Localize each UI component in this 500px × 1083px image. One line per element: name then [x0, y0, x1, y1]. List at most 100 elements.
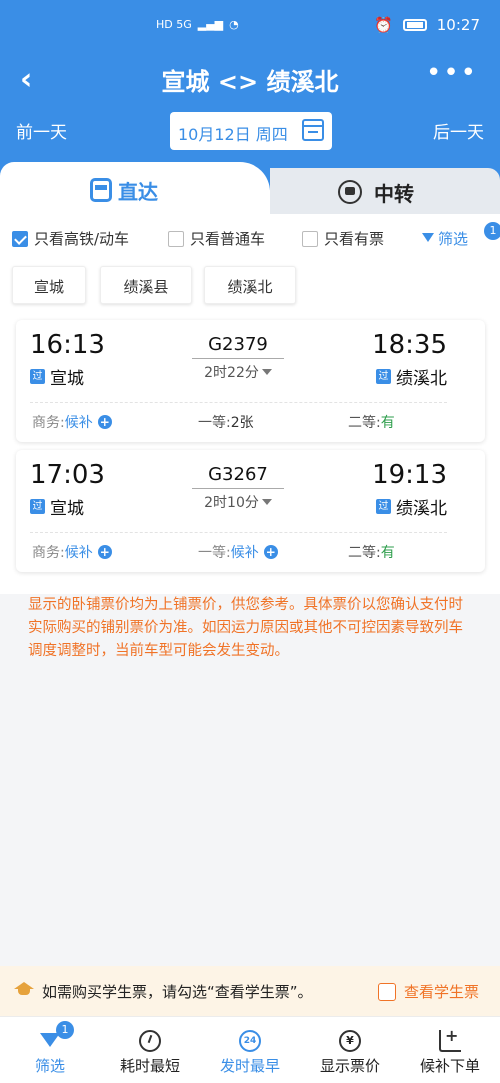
departure-station: 过 宣城 — [30, 364, 84, 389]
caret-down-icon — [261, 499, 272, 505]
departure-station-name: 宣城 — [50, 499, 84, 519]
arrival-time: 18:35 — [372, 330, 447, 360]
caret-down-icon — [261, 369, 272, 375]
station-chip[interactable]: 绩溪县 — [100, 266, 192, 304]
next-day-button[interactable]: 后一天 — [433, 118, 484, 143]
toolbar-waitlist-order[interactable]: 候补下单 — [400, 1017, 500, 1083]
wifi-icon: ◔ — [229, 18, 239, 31]
pass-tag: 过 — [30, 499, 45, 514]
station-chip[interactable]: 宣城 — [12, 266, 86, 304]
arrival-station: 过 绩溪北 — [376, 364, 447, 389]
seat-value: 2张 — [230, 415, 254, 431]
filter-label: 只看普通车 — [190, 230, 266, 248]
toolbar-filter-badge: 1 — [56, 1021, 74, 1039]
seat-second-class[interactable]: 二等: 有 — [348, 412, 395, 432]
train-number: G3267 — [192, 464, 284, 489]
filter-button[interactable]: 筛选 1 — [422, 222, 500, 249]
checkbox-icon — [302, 230, 318, 247]
signal-icon: ▂▄▆ — [197, 18, 224, 31]
network-label: HD 5G — [156, 18, 192, 31]
filter-label: 只看有票 — [324, 230, 385, 248]
seat-label: 二等: — [348, 415, 381, 431]
yen-icon: ¥ — [339, 1030, 361, 1052]
student-ticket-bar: 如需购买学生票，请勾选“查看学生票”。 查看学生票 — [0, 966, 500, 1016]
duration-label: 2时22分 — [204, 365, 259, 381]
student-ticket-label: 查看学生票 — [404, 983, 480, 1001]
toolbar-earliest-departure[interactable]: 24 发时最早 — [200, 1017, 300, 1083]
seat-label: 商务: — [32, 545, 65, 561]
toolbar-label: 耗时最短 — [119, 1057, 180, 1075]
arrival-station-name: 绩溪北 — [396, 369, 447, 389]
cart-plus-icon — [439, 1026, 461, 1052]
date-bar: 前一天 10月12日 周四 后一天 — [0, 110, 500, 154]
more-icon[interactable]: ••• — [426, 58, 478, 88]
toolbar-filter[interactable]: 1 筛选 — [0, 1017, 100, 1083]
train-card[interactable]: 16:13 G2379 18:35 过 宣城 2时22分 过 绩溪北 商务: 候… — [16, 320, 485, 442]
pass-tag: 过 — [30, 369, 45, 384]
divider — [30, 532, 447, 533]
train-icon — [90, 178, 112, 202]
seat-row: 商务: 候补 + 一等: 2张 二等: 有 — [32, 412, 472, 434]
seat-value: 候补 — [64, 415, 93, 431]
tab-bar: 中转 直达 — [0, 162, 500, 214]
student-ticket-toggle[interactable]: 查看学生票 — [378, 981, 479, 1002]
clock-24-icon: 24 — [239, 1030, 261, 1052]
filter-high-speed[interactable]: 只看高铁/动车 — [12, 228, 129, 249]
filter-badge: 1 — [484, 222, 500, 240]
date-picker[interactable]: 10月12日 周四 — [170, 112, 332, 150]
checkbox-icon — [168, 230, 184, 247]
filter-button-label: 筛选 — [438, 230, 469, 248]
prev-day-button[interactable]: 前一天 — [16, 118, 67, 143]
seat-second-class[interactable]: 二等: 有 — [348, 542, 395, 562]
seat-first-class[interactable]: 一等: 2张 — [198, 412, 254, 432]
departure-time: 17:03 — [30, 460, 105, 490]
arrival-station: 过 绩溪北 — [376, 494, 447, 519]
alarm-icon: ⏰ — [374, 16, 393, 34]
tab-direct[interactable]: 直达 — [0, 162, 270, 214]
checkbox-checked-icon — [12, 230, 28, 247]
nav-bar: ‹ 宣城 <> 绩溪北 ••• — [0, 56, 500, 106]
filter-normal-train[interactable]: 只看普通车 — [168, 228, 265, 249]
plus-icon: + — [97, 545, 112, 559]
arrival-station-name: 绩溪北 — [396, 499, 447, 519]
filter-label: 只看高铁/动车 — [34, 230, 130, 248]
toolbar-label: 显示票价 — [319, 1057, 380, 1075]
clock-icon — [139, 1030, 161, 1052]
seat-value: 候补 — [64, 545, 93, 561]
departure-station-name: 宣城 — [50, 369, 84, 389]
seat-row: 商务: 候补 + 一等: 候补 + 二等: 有 — [32, 542, 472, 564]
toolbar-show-price[interactable]: ¥ 显示票价 — [300, 1017, 400, 1083]
seat-value: 候补 — [230, 545, 259, 561]
seat-value: 有 — [380, 415, 395, 431]
calendar-icon — [302, 119, 324, 141]
seat-label: 一等: — [198, 545, 231, 561]
seat-label: 二等: — [348, 545, 381, 561]
status-bar: HD 5G ▂▄▆ ◔ ⏰ 10:27 — [0, 0, 500, 56]
filter-has-ticket[interactable]: 只看有票 — [302, 228, 384, 249]
toolbar-label: 筛选 — [34, 1057, 65, 1075]
pass-tag: 过 — [376, 499, 391, 514]
toolbar-label: 候补下单 — [419, 1057, 480, 1075]
seat-first-class[interactable]: 一等: 候补 + — [198, 542, 278, 562]
seat-business[interactable]: 商务: 候补 + — [32, 542, 112, 562]
fare-notice: 显示的卧铺票价均为上铺票价，供您参考。具体票价以您确认支付时实际购买的铺别票价为… — [28, 597, 463, 659]
seat-label: 一等: — [198, 415, 231, 431]
funnel-icon — [422, 233, 434, 242]
toolbar-shortest-duration[interactable]: 耗时最短 — [100, 1017, 200, 1083]
duration[interactable]: 2时10分 — [192, 492, 284, 512]
departure-time: 16:13 — [30, 330, 105, 360]
departure-station: 过 宣城 — [30, 494, 84, 519]
bus-icon — [338, 180, 362, 204]
filter-row: 只看高铁/动车 只看普通车 只看有票 筛选 1 — [12, 222, 500, 254]
seat-value: 有 — [380, 545, 395, 561]
train-card[interactable]: 17:03 G3267 19:13 过 宣城 2时10分 过 绩溪北 商务: 候… — [16, 450, 485, 572]
seat-business[interactable]: 商务: 候补 + — [32, 412, 112, 432]
pass-tag: 过 — [376, 369, 391, 384]
plus-icon: + — [263, 545, 278, 559]
duration[interactable]: 2时22分 — [192, 362, 284, 382]
plus-icon: + — [97, 415, 112, 429]
station-chip[interactable]: 绩溪北 — [204, 266, 296, 304]
tab-transfer[interactable]: 中转 — [270, 168, 500, 214]
duration-label: 2时10分 — [204, 495, 259, 511]
toolbar-label: 发时最早 — [219, 1057, 280, 1075]
